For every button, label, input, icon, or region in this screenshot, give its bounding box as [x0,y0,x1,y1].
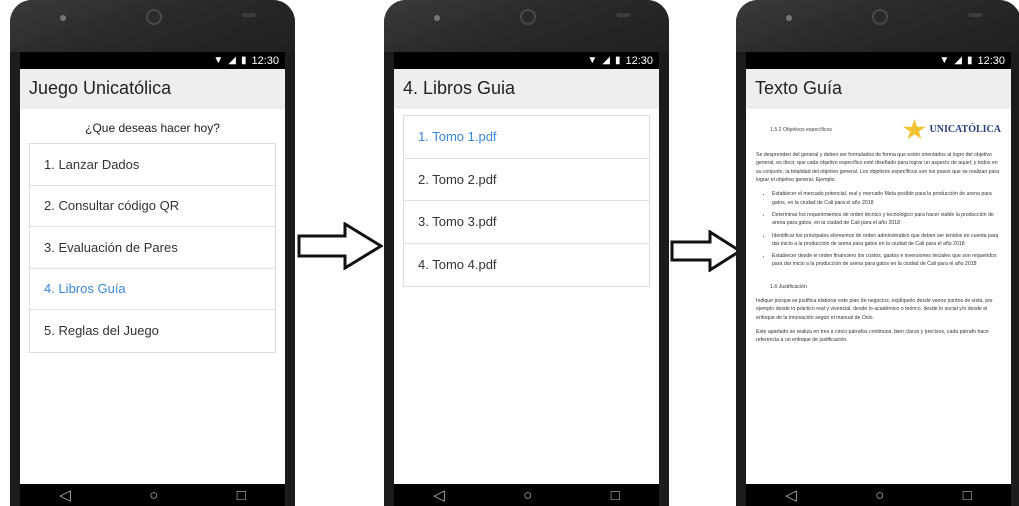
doc-section-heading: 1.5.2 Objetivos específicos [770,126,832,133]
phone-bezel-top [384,0,669,52]
doc-bullet: Identificar los principales elementos de… [772,232,1001,249]
doc-paragraph-justificacion: Indique porque se justifica elaborar est… [756,298,993,321]
camera-icon [146,9,162,25]
books-list: 1. Tomo 1.pdf 2. Tomo 2.pdf 3. Tomo 3.pd… [403,115,650,287]
status-time: 12:30 [625,54,653,67]
book-item-tomo-3[interactable]: 3. Tomo 3.pdf [404,201,649,244]
speaker-icon [434,15,440,21]
speaker-icon [786,15,792,21]
screen-libros-guia: ▼ ◢ ▮ 12:30 4. Libros Guia 1. Tomo 1.pdf… [394,52,659,484]
signal-icon: ◢ [954,54,962,66]
phone-bezel-top [736,0,1019,52]
doc-paragraph-intro: Se desprenden del general y deben ser fo… [756,152,1000,183]
status-time: 12:30 [977,54,1005,67]
home-icon[interactable]: ○ [523,488,532,503]
app-bar: Juego Unicatólica [20,69,285,107]
app-bar: Texto Guía [746,69,1011,107]
doc-section-heading-2: 1.6 Justificación [770,283,807,290]
sensor-icon [968,13,982,17]
logo-star-icon [902,119,927,140]
status-bar: ▼ ◢ ▮ 12:30 [746,52,1011,69]
book-item-tomo-1[interactable]: 1. Tomo 1.pdf [404,116,649,159]
screen-main-menu: ▼ ◢ ▮ 12:30 Juego Unicatólica ¿Que desea… [20,52,285,484]
battery-icon: ▮ [614,54,621,66]
recents-icon[interactable]: □ [963,488,972,503]
home-icon[interactable]: ○ [875,488,884,503]
home-icon[interactable]: ○ [149,488,158,503]
app-bar: 4. Libros Guia [394,69,659,107]
menu-item-consultar-qr[interactable]: 2. Consultar código QR [30,186,275,227]
book-item-tomo-4[interactable]: 4. Tomo 4.pdf [404,244,649,287]
book-item-tomo-2[interactable]: 2. Tomo 2.pdf [404,159,649,201]
page-title: Texto Guía [755,77,843,98]
recents-icon[interactable]: □ [611,488,620,503]
sensor-icon [616,13,630,17]
phone-3: ▼ ◢ ▮ 12:30 Texto Guía 1.5.2 Objetivos e… [736,0,1019,506]
nav-bar: ◁ ○ □ [394,484,659,506]
status-bar: ▼ ◢ ▮ 12:30 [394,52,659,69]
menu-item-lanzar-dados[interactable]: 1. Lanzar Dados [30,144,275,186]
doc-paragraph-apartado: Este apartado se realiza en tres a cinco… [756,329,989,344]
status-time: 12:30 [251,54,279,67]
status-bar: ▼ ◢ ▮ 12:30 [20,52,285,69]
page-title: Juego Unicatólica [29,77,172,98]
menu-item-evaluacion-pares[interactable]: 3. Evaluación de Pares [30,227,275,269]
menu-prompt: ¿Que deseas hacer hoy? [85,121,220,135]
wifi-icon: ▼ [213,54,224,66]
unicatolica-logo: UNICATÓLICA [902,119,1002,141]
doc-header: 1.5.2 Objetivos específicos UNICATÓLICA [756,115,1001,145]
doc-bullet: Establecer el mercado potencial, real y … [772,190,1001,207]
nav-bar: ◁ ○ □ [746,484,1011,506]
back-icon[interactable]: ◁ [59,488,71,503]
screen-texto-guia: ▼ ◢ ▮ 12:30 Texto Guía 1.5.2 Objetivos e… [746,52,1011,484]
doc-bullet-list: Establecer el mercado potencial, real y … [756,190,1001,269]
wifi-icon: ▼ [587,54,598,66]
back-icon[interactable]: ◁ [785,488,797,503]
wifi-icon: ▼ [939,54,950,66]
phone-1: ▼ ◢ ▮ 12:30 Juego Unicatólica ¿Que desea… [10,0,295,506]
sensor-icon [242,13,256,17]
battery-icon: ▮ [240,54,247,66]
logo-text: UNICATÓLICA [929,124,1002,135]
signal-icon: ◢ [228,54,236,66]
battery-icon: ▮ [966,54,973,66]
page-title: 4. Libros Guia [403,77,516,98]
back-icon[interactable]: ◁ [433,488,445,503]
right-arrow-icon [670,230,742,272]
camera-icon [520,9,536,25]
pdf-document-view[interactable]: 1.5.2 Objetivos específicos UNICATÓLICA … [746,107,1011,345]
camera-icon [872,9,888,25]
main-menu-list: 1. Lanzar Dados 2. Consultar código QR 3… [29,143,276,353]
doc-bullet: Determinar los requerimientos de orden t… [772,211,1001,228]
right-arrow-icon [297,222,383,270]
nav-bar: ◁ ○ □ [20,484,285,506]
doc-bullet: Establecer desde el orden financiero los… [772,252,1001,269]
menu-item-libros-guia[interactable]: 4. Libros Guía [30,269,275,310]
phone-bezel-top [10,0,295,52]
recents-icon[interactable]: □ [237,488,246,503]
menu-item-reglas-juego[interactable]: 5. Reglas del Juego [30,310,275,352]
signal-icon: ◢ [602,54,610,66]
speaker-icon [60,15,66,21]
phone-2: ▼ ◢ ▮ 12:30 4. Libros Guia 1. Tomo 1.pdf… [384,0,669,506]
